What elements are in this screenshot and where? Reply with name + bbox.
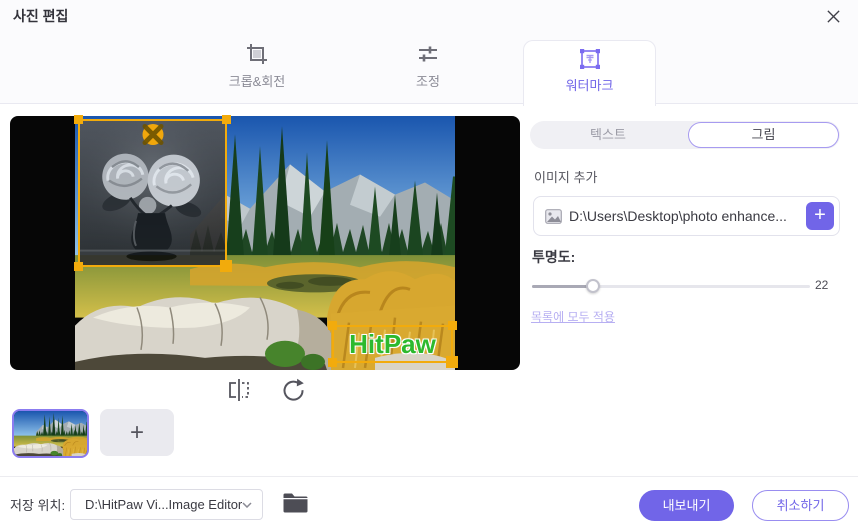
flip-horizontal-icon: [229, 379, 249, 401]
footer: 저장 위치: D:\HitPaw Vi...Image Editor 내보내기 …: [0, 476, 858, 528]
resize-handle-top-right[interactable]: [448, 321, 457, 330]
text-watermark-value: HitPaw: [349, 329, 436, 359]
opacity-value: 22: [815, 278, 829, 292]
resize-handle-bottom-right[interactable]: [446, 356, 458, 368]
close-icon: [826, 9, 840, 23]
header: 사진 편집 크롭&회전 조정: [0, 0, 858, 104]
opacity-slider-handle[interactable]: [586, 279, 601, 293]
tab-watermark[interactable]: 워터마크: [523, 40, 656, 106]
folder-icon: [283, 493, 308, 513]
resize-handle-top-left[interactable]: [328, 321, 337, 330]
open-folder-button[interactable]: [282, 491, 309, 519]
tab-crop-rotate-label: 크롭&회전: [228, 74, 286, 89]
image-path-value: D:\Users\Desktop\photo enhance...: [569, 208, 787, 224]
save-location-label: 저장 위치:: [10, 498, 66, 513]
text-watermark-overlay[interactable]: HitPaw: [328, 321, 458, 368]
tab-watermark-label: 워터마크: [565, 78, 614, 93]
export-button[interactable]: 내보내기: [639, 490, 734, 521]
mode-image-option[interactable]: 그림: [688, 122, 839, 148]
image-path-field[interactable]: D:\Users\Desktop\photo enhance... +: [533, 196, 840, 236]
crop-icon: [247, 44, 267, 64]
photo-edit-dialog: 사진 편집 크롭&회전 조정 워터마크 텍스트 그림 이미지 추가 D:\Use…: [0, 0, 858, 528]
watermark-frame-icon: [579, 49, 600, 69]
save-location-dropdown[interactable]: D:\HitPaw Vi...Image Editor: [70, 489, 263, 520]
rotate-icon: [283, 378, 304, 401]
close-window-button[interactable]: [822, 5, 844, 27]
cancel-button[interactable]: 취소하기: [752, 490, 849, 521]
picture-icon: [545, 209, 562, 224]
opacity-slider-fill: [532, 285, 594, 288]
remove-watermark-x-icon: [142, 124, 163, 145]
add-photo-button[interactable]: +: [100, 409, 174, 456]
add-image-button[interactable]: +: [806, 202, 834, 230]
mode-text-option[interactable]: 텍스트: [530, 121, 686, 149]
apply-to-all-link[interactable]: 목록에 모두 적용: [531, 308, 615, 325]
flip-horizontal-button[interactable]: [226, 377, 252, 403]
tab-crop-rotate[interactable]: 크롭&회전: [207, 42, 307, 88]
resize-handle-bottom-left[interactable]: [328, 358, 337, 367]
adjust-sliders-icon: [419, 46, 437, 62]
tab-adjust-label: 조정: [416, 74, 440, 89]
rotate-button[interactable]: [281, 377, 307, 403]
image-watermark-overlay[interactable]: [74, 115, 232, 272]
tab-adjust[interactable]: 조정: [378, 42, 478, 88]
opacity-label: 투명도:: [532, 249, 576, 265]
resize-handle-bottom-left[interactable]: [74, 262, 83, 271]
window-title: 사진 편집: [13, 8, 69, 24]
resize-handle-bottom-right[interactable]: [220, 260, 232, 272]
save-location-value: D:\HitPaw Vi...Image Editor: [85, 497, 243, 512]
chevron-down-icon: [242, 502, 252, 508]
watermark-mode-switch: 텍스트 그림: [530, 121, 840, 149]
resize-handle-top-right[interactable]: [222, 115, 231, 124]
remove-watermark-button[interactable]: [142, 124, 163, 145]
thumbnail-photo: [14, 411, 87, 456]
opacity-slider[interactable]: [532, 279, 810, 293]
resize-handle-top-left[interactable]: [74, 115, 83, 124]
add-image-label: 이미지 추가: [534, 170, 598, 185]
thumbnail-selected[interactable]: [12, 409, 89, 458]
